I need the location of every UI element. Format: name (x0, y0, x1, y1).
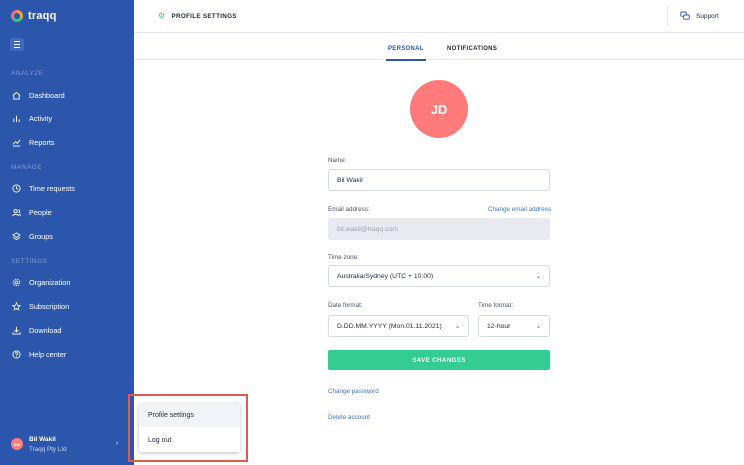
sidebar-item-download[interactable]: Download (12, 326, 61, 335)
section-label-manage: MANAGE (11, 164, 43, 171)
sidebar-item-help-center[interactable]: Help center (12, 350, 66, 359)
profile-avatar[interactable]: JD (410, 80, 468, 138)
menu-toggle-button[interactable] (10, 38, 24, 51)
time-format-value: 12-hour (487, 322, 511, 330)
home-icon (12, 91, 21, 100)
section-label-settings: SETTINGS (11, 258, 48, 265)
support-label: Support (696, 12, 719, 20)
sidebar-item-activity[interactable]: Activity (12, 114, 52, 123)
email-field: bil.wakil@traqq.com (328, 218, 550, 240)
app-logo-text: traqq (28, 10, 57, 22)
support-button[interactable]: Support (680, 11, 719, 21)
time-format-select[interactable]: 12-hour ⌄ (478, 315, 550, 337)
change-email-link[interactable]: Change email address (488, 206, 551, 213)
user-menu-trigger[interactable]: BW Bil Wakil Traqq Pty Ltd › (0, 428, 134, 465)
download-icon (12, 326, 21, 335)
menu-item-log-out[interactable]: Log out (139, 428, 240, 452)
date-format-value: D.DD.MM.YYYY (Mon.01.11.2021) (337, 322, 442, 330)
sidebar-item-label: Reports (29, 138, 55, 147)
save-changes-button[interactable]: SAVE CHANGES (328, 350, 550, 370)
chevron-right-icon: › (116, 440, 119, 447)
delete-account-link[interactable]: Delete account (328, 414, 370, 421)
traqq-logo-icon (11, 10, 23, 22)
name-label: Name: (328, 157, 347, 164)
change-password-link[interactable]: Change password (328, 388, 379, 395)
sidebar-item-label: Time requests (29, 184, 75, 193)
sidebar-item-label: People (29, 208, 52, 217)
people-icon (12, 209, 21, 217)
activity-icon (13, 115, 20, 123)
sidebar-item-label: Organization (29, 278, 71, 287)
sidebar-item-reports[interactable]: Reports (12, 138, 55, 147)
sidebar-item-label: Activity (29, 114, 53, 123)
chevron-down-icon: ⌄ (535, 323, 541, 330)
chevron-down-icon: ⌄ (454, 323, 460, 330)
user-organization: Traqq Pty Ltd (29, 446, 67, 453)
gear-icon (12, 278, 21, 287)
help-icon (12, 350, 21, 359)
sidebar: traqq ANALYZE Dashboard Activity Reports… (0, 0, 134, 465)
user-name: Bil Wakil (29, 436, 56, 443)
sidebar-item-time-requests[interactable]: Time requests (12, 184, 75, 193)
chevron-down-icon: ⌄ (535, 273, 541, 280)
sidebar-item-subscription[interactable]: Subscription (12, 302, 69, 311)
tab-bar: PERSONAL NOTIFICATIONS (134, 33, 744, 61)
email-label: Email address: (328, 206, 370, 213)
avatar: BW (11, 438, 23, 450)
sidebar-item-people[interactable]: People (12, 208, 52, 217)
reports-icon (12, 139, 21, 147)
sidebar-item-label: Dashboard (29, 91, 65, 100)
tab-personal[interactable]: PERSONAL (386, 46, 426, 61)
time-format-label: Time format: (478, 302, 514, 309)
timezone-label: Time zone: (328, 254, 359, 261)
top-bar: ⚙ PROFILE SETTINGS Support (134, 0, 744, 33)
layers-icon (12, 232, 21, 241)
sidebar-item-label: Subscription (29, 302, 70, 311)
timezone-value: Australia/Sydney (UTC + 10:00) (337, 272, 434, 280)
support-chat-icon (680, 11, 690, 20)
page-title-text: PROFILE SETTINGS (171, 12, 237, 20)
name-field[interactable]: Bil Wakil (328, 169, 550, 191)
gear-icon: ⚙ (158, 11, 166, 20)
sidebar-item-label: Help center (29, 350, 67, 359)
star-icon (12, 302, 21, 311)
sidebar-item-groups[interactable]: Groups (12, 232, 53, 241)
sidebar-item-label: Groups (29, 232, 53, 241)
page-title: ⚙ PROFILE SETTINGS (158, 12, 237, 20)
date-format-label: Date format: (328, 302, 363, 309)
tab-notifications[interactable]: NOTIFICATIONS (447, 46, 497, 52)
section-label-analyze: ANALYZE (11, 70, 44, 77)
divider (667, 6, 668, 27)
timezone-select[interactable]: Australia/Sydney (UTC + 10:00) ⌄ (328, 265, 550, 287)
sidebar-item-organization[interactable]: Organization (12, 278, 70, 287)
user-popup-menu: Profile settings Log out (139, 403, 240, 452)
clock-icon (12, 184, 21, 193)
app-logo[interactable]: traqq (11, 10, 57, 22)
date-format-select[interactable]: D.DD.MM.YYYY (Mon.01.11.2021) ⌄ (328, 315, 469, 337)
sidebar-item-dashboard[interactable]: Dashboard (12, 91, 65, 100)
menu-item-profile-settings[interactable]: Profile settings (139, 403, 240, 427)
sidebar-item-label: Download (29, 326, 62, 335)
